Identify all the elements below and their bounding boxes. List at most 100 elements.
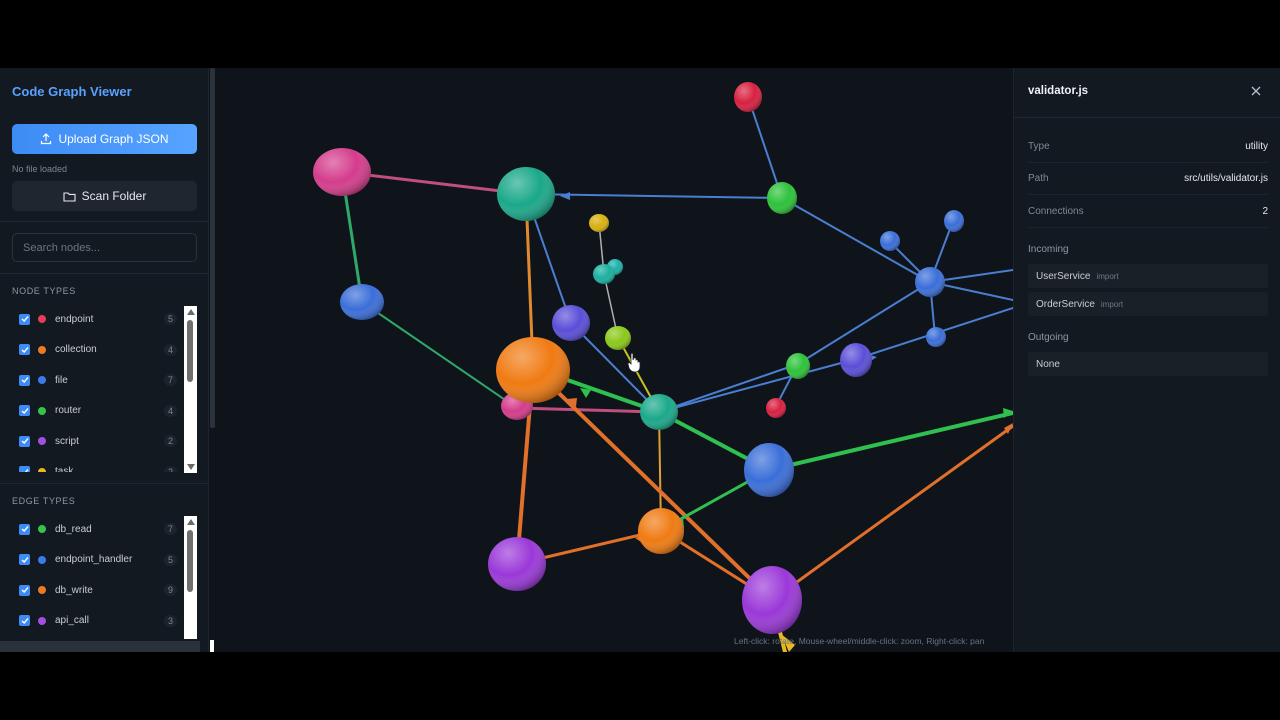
check-icon (21, 316, 29, 323)
type-color-dot (38, 315, 46, 324)
incoming-heading: Incoming (1028, 244, 1069, 255)
app-title: Code Graph Viewer (12, 84, 132, 99)
node-types-list: endpoint 5 collection 4 file 7 router 4 script 2 t… (12, 304, 197, 472)
graph-node[interactable] (880, 231, 900, 251)
checkbox[interactable] (19, 313, 30, 325)
check-icon (21, 526, 29, 533)
divider (0, 273, 208, 274)
node-types-heading: NODE TYPES (12, 286, 76, 296)
mouse-cursor-icon (627, 352, 641, 373)
graph-node[interactable] (552, 305, 590, 341)
outgoing-none-text: None (1036, 358, 1060, 370)
checkbox[interactable] (19, 615, 30, 627)
graph-node[interactable] (497, 167, 555, 221)
node-type-filter-file[interactable]: file 7 (12, 365, 197, 396)
checkbox[interactable] (19, 405, 30, 417)
divider (0, 483, 208, 484)
graph-edge (770, 424, 1013, 602)
type-color-dot (38, 406, 46, 415)
edge-types-scrollbar[interactable] (184, 516, 197, 639)
checkbox[interactable] (19, 466, 30, 472)
graph-node[interactable] (640, 394, 678, 430)
detail-key: Type (1028, 141, 1050, 152)
graph-node[interactable] (340, 284, 384, 320)
node-type-filter-collection[interactable]: collection 4 (12, 335, 197, 366)
type-count: 9 (163, 584, 177, 597)
type-count: 2 (163, 465, 177, 472)
graph-nodes (313, 82, 964, 634)
type-color-dot (38, 616, 46, 625)
upload-graph-label: Upload Graph JSON (58, 132, 169, 146)
type-color-dot (38, 376, 46, 385)
type-label: db_read (55, 523, 92, 535)
scroll-thumb[interactable] (187, 530, 193, 592)
graph-node[interactable] (488, 537, 546, 591)
detail-key: Connections (1028, 206, 1084, 217)
detail-key: Path (1028, 173, 1049, 184)
graph-node[interactable] (313, 148, 371, 196)
scroll-down-arrow-icon[interactable] (187, 464, 195, 470)
node-type-filter-task[interactable]: task 2 (12, 457, 197, 472)
type-count: 4 (163, 343, 177, 356)
detail-row-path: Path src/utils/validator.js (1028, 163, 1268, 195)
graph-svg[interactable] (217, 68, 1013, 652)
node-types-scrollbar[interactable] (184, 306, 197, 473)
horizontal-scrollbar[interactable] (0, 641, 200, 652)
detail-value: 2 (1262, 206, 1268, 217)
graph-node[interactable] (944, 210, 964, 232)
detail-value: utility (1245, 141, 1268, 152)
graph-node[interactable] (915, 267, 945, 297)
check-icon (21, 617, 29, 624)
edge-type-filter-db-write[interactable]: db_write 9 (12, 575, 197, 606)
checkbox[interactable] (19, 523, 30, 535)
checkbox[interactable] (19, 344, 30, 356)
graph-edge (515, 406, 661, 414)
graph-node[interactable] (589, 214, 609, 232)
sidebar-scrollbar[interactable] (210, 68, 215, 428)
graph-node[interactable] (742, 566, 802, 634)
incoming-item[interactable]: UserService import (1028, 264, 1268, 288)
search-input[interactable] (12, 233, 197, 262)
upload-graph-button[interactable]: Upload Graph JSON (12, 124, 197, 154)
incoming-name: OrderService (1036, 298, 1095, 310)
edge-type-filter-db-read[interactable]: db_read 7 (12, 514, 197, 545)
scroll-up-arrow-icon[interactable] (187, 309, 195, 315)
graph-node[interactable] (496, 337, 570, 403)
node-type-filter-router[interactable]: router 4 (12, 396, 197, 427)
checkbox[interactable] (19, 435, 30, 447)
node-type-filter-endpoint[interactable]: endpoint 5 (12, 304, 197, 335)
scroll-thumb[interactable] (187, 320, 193, 382)
close-icon[interactable] (1250, 85, 1262, 97)
outgoing-empty: None (1028, 352, 1268, 376)
graph-node[interactable] (767, 182, 797, 214)
graph-node[interactable] (766, 398, 786, 418)
incoming-item[interactable]: OrderService import (1028, 292, 1268, 316)
graph-node[interactable] (926, 327, 946, 347)
edge-type-filter-api-call[interactable]: api_call 3 (12, 606, 197, 637)
graph-node[interactable] (593, 264, 615, 284)
graph-node[interactable] (744, 443, 794, 497)
node-type-filter-script[interactable]: script 2 (12, 426, 197, 457)
checkbox[interactable] (19, 584, 30, 596)
detail-row-connections: Connections 2 (1028, 196, 1268, 228)
edge-type-filter-endpoint-handler[interactable]: endpoint_handler 5 (12, 545, 197, 576)
checkbox[interactable] (19, 554, 30, 566)
graph-node[interactable] (638, 508, 684, 554)
type-count: 4 (163, 404, 177, 417)
graph-node[interactable] (786, 353, 810, 379)
scan-folder-button[interactable]: Scan Folder (12, 181, 197, 211)
graph-node[interactable] (605, 326, 631, 350)
graph-canvas[interactable]: Left-click: rotate, Mouse-wheel/middle-c… (217, 68, 1013, 652)
type-count: 2 (163, 435, 177, 448)
check-icon (21, 587, 29, 594)
type-label: collection (55, 344, 97, 356)
graph-node[interactable] (840, 343, 872, 377)
type-color-dot (38, 525, 46, 534)
type-color-dot (38, 345, 46, 354)
type-label: task (55, 466, 74, 472)
graph-node[interactable] (734, 82, 762, 112)
detail-row-type: Type utility (1028, 131, 1268, 163)
graph-edges (340, 96, 1013, 652)
checkbox[interactable] (19, 374, 30, 386)
scroll-up-arrow-icon[interactable] (187, 519, 195, 525)
